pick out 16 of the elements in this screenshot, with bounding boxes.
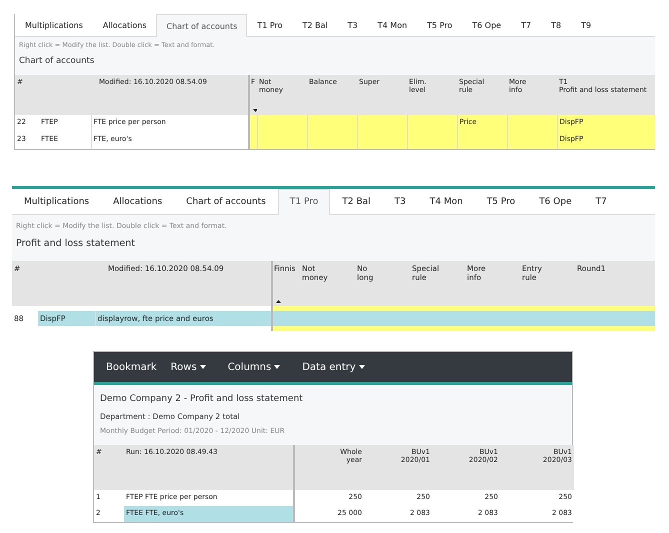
table-cell [307, 132, 357, 148]
menu-item[interactable]: Bookmark [106, 360, 157, 375]
report-title: Demo Company 2 - Profit and loss statement [100, 393, 304, 406]
list-title: Chart of accounts [18, 54, 96, 68]
table-cell [407, 132, 457, 148]
table-cell [257, 132, 307, 148]
tab[interactable]: T1 Pro [278, 188, 330, 214]
list-title: Profit and loss statement [15, 237, 136, 251]
menu-item[interactable]: Rows [170, 360, 206, 375]
table-cell [507, 132, 557, 148]
table-cell [357, 132, 407, 148]
table-cell [457, 132, 507, 148]
tab[interactable]: Chart of accounts [156, 14, 248, 37]
menu-item[interactable]: Data entry [302, 360, 365, 375]
menu-item[interactable]: Columns [228, 360, 280, 375]
table-cell [272, 311, 300, 326]
